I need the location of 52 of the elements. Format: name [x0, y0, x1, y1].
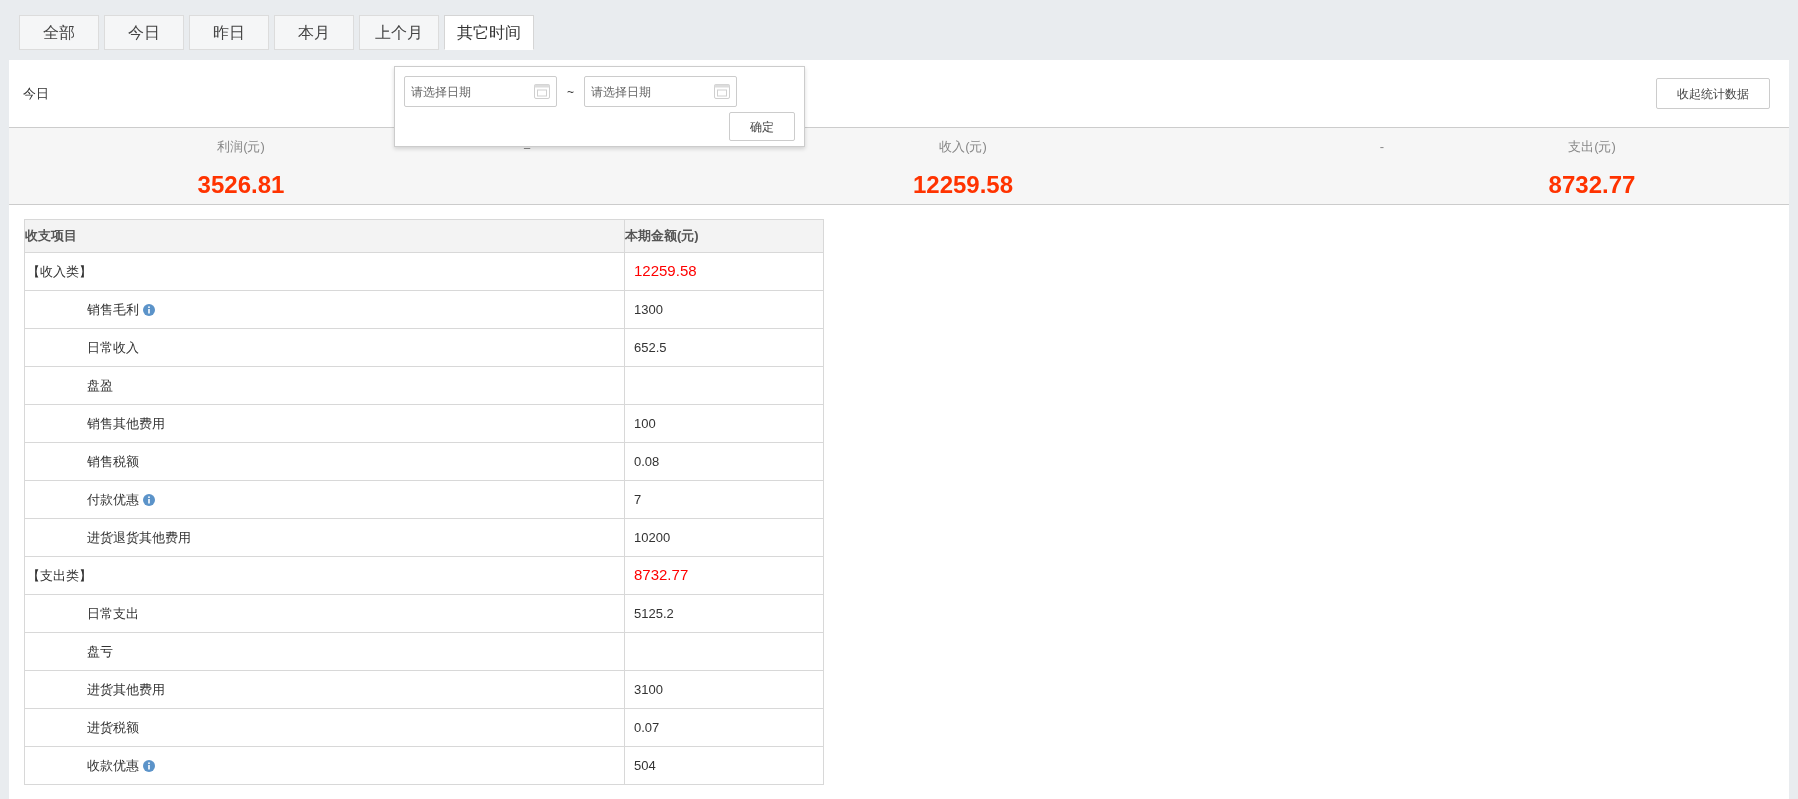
item-cell: 日常收入: [24, 328, 625, 367]
amount-cell: 1300: [624, 290, 824, 329]
amount-cell: 0.07: [624, 708, 824, 747]
amount-cell: 7: [624, 480, 824, 519]
amount-cell: 652.5: [624, 328, 824, 367]
item-cell: 销售毛利: [24, 290, 625, 329]
period-tab[interactable]: 本月: [274, 15, 354, 50]
item-cell: 收款优惠: [24, 746, 625, 785]
operator-sign: -: [1379, 138, 1385, 156]
amount-cell: 8732.77: [624, 556, 824, 595]
amount-cell: 3100: [624, 670, 824, 709]
info-icon[interactable]: [143, 304, 155, 317]
item-cell: 销售税额: [24, 442, 625, 481]
item-cell: 【支出类】: [24, 556, 625, 595]
info-icon[interactable]: [143, 494, 155, 507]
summary-amount: 8732.77: [1548, 169, 1636, 200]
period-tab[interactable]: 昨日: [189, 15, 269, 50]
summary-label: 支出(元): [1568, 138, 1616, 156]
confirm-button[interactable]: 确定: [729, 112, 795, 141]
amount-cell: 504: [624, 746, 824, 785]
item-cell: 销售其他费用: [24, 404, 625, 443]
calendar-icon: [533, 82, 551, 100]
item-cell: 盘盈: [24, 366, 625, 405]
amount-cell: 0.08: [624, 442, 824, 481]
item-cell: 盘亏: [24, 632, 625, 671]
amount-cell: 12259.58: [624, 252, 824, 291]
collapse-stats-button[interactable]: 收起统计数据: [1656, 78, 1770, 109]
summary-amount: 3526.81: [197, 169, 285, 200]
calendar-icon: [713, 82, 731, 100]
summary-amount: 12259.58: [912, 169, 1014, 200]
period-tab[interactable]: 其它时间: [444, 15, 534, 50]
item-cell: 付款优惠: [24, 480, 625, 519]
period-tab[interactable]: 全部: [19, 15, 99, 50]
item-cell: 日常支出: [24, 594, 625, 633]
column-header: 本期金额(元): [624, 219, 824, 253]
amount-cell: 100: [624, 404, 824, 443]
period-label: 今日: [23, 84, 49, 103]
item-cell: 进货税额: [24, 708, 625, 747]
column-header: 收支项目: [24, 219, 625, 253]
range-separator: ~: [567, 83, 574, 101]
item-cell: 进货其他费用: [24, 670, 625, 709]
summary-label: 利润(元): [217, 138, 265, 156]
start-date-field[interactable]: 请选择日期: [404, 76, 557, 107]
amount-cell: 5125.2: [624, 594, 824, 633]
period-tab[interactable]: 上个月: [359, 15, 439, 50]
summary-label: 收入(元): [939, 138, 987, 156]
end-date-field[interactable]: 请选择日期: [584, 76, 737, 107]
info-icon[interactable]: [143, 760, 155, 773]
item-cell: 【收入类】: [24, 252, 625, 291]
period-tab[interactable]: 今日: [104, 15, 184, 50]
item-cell: 进货退货其他费用: [24, 518, 625, 557]
amount-cell: 10200: [624, 518, 824, 557]
